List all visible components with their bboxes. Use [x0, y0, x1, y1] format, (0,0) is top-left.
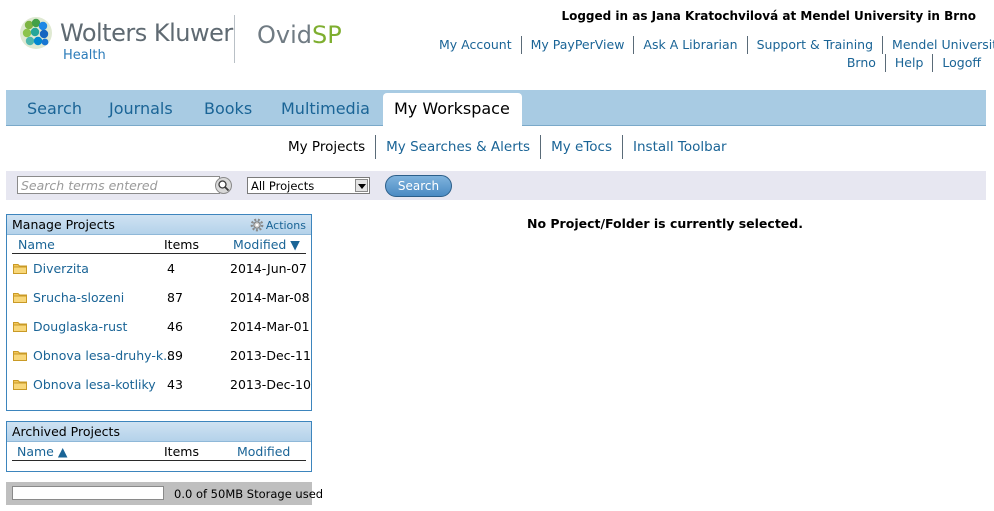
product-suffix: SP	[312, 21, 342, 49]
project-item-count: 4	[167, 261, 175, 276]
project-modified-date: 2013-Dec-10	[230, 377, 311, 392]
project-scope-select[interactable]: All Projects	[247, 177, 370, 194]
project-modified-date: 2014-Mar-08	[230, 290, 310, 305]
gear-icon	[250, 218, 264, 232]
project-name[interactable]: Srucha-slozeni	[33, 290, 124, 305]
project-modified-date: 2013-Dec-11	[230, 348, 311, 363]
archived-column-name[interactable]: Name ▲	[17, 444, 67, 459]
top-links: My Account My PayPerView Ask A Librarian Su…	[430, 36, 994, 72]
actions-menu[interactable]: Actions	[250, 218, 306, 232]
my-account-link[interactable]: My Account	[430, 36, 521, 54]
search-button[interactable]: Search	[385, 175, 452, 197]
chevron-down-icon[interactable]	[355, 179, 368, 192]
project-row[interactable]: Diverzita 4 2014-Jun-07	[7, 254, 311, 283]
storage-text: 0.0 of 50MB Storage used	[174, 487, 324, 501]
my-payperview-link[interactable]: My PayPerView	[520, 36, 634, 54]
tab-journals[interactable]: Journals	[109, 99, 173, 118]
subnav-install-toolbar[interactable]: Install Toolbar	[622, 135, 737, 159]
folder-icon	[13, 351, 27, 361]
logged-in-status: Logged in as Jana Kratochvilová at Mende…	[561, 9, 976, 23]
project-row[interactable]: Obnova lesa-druhy-k... 89 2013-Dec-11	[7, 341, 311, 370]
project-modified-date: 2014-Jun-07	[230, 261, 307, 276]
company-name: Wolters Kluwer	[60, 19, 233, 47]
folder-icon	[13, 264, 27, 274]
folder-icon	[13, 322, 27, 332]
project-name[interactable]: Diverzita	[33, 261, 89, 276]
subnav-my-projects[interactable]: My Projects	[278, 135, 375, 159]
tab-search[interactable]: Search	[27, 99, 82, 118]
project-item-count: 43	[167, 377, 183, 392]
folder-icon	[13, 293, 27, 303]
main-nav: Search Journals Books Multimedia My Work…	[6, 90, 986, 126]
project-item-count: 89	[167, 348, 183, 363]
tab-books[interactable]: Books	[204, 99, 252, 118]
project-row[interactable]: Srucha-slozeni 87 2014-Mar-08	[7, 283, 311, 312]
manage-projects-panel: Manage Projects Actions Name Items Modif…	[6, 214, 312, 411]
institution-link[interactable]: Mendel University in	[882, 36, 994, 54]
ask-a-librarian-link[interactable]: Ask A Librarian	[633, 36, 746, 54]
institution-link-continued[interactable]: Brno	[838, 54, 885, 72]
column-name[interactable]: Name	[18, 237, 55, 252]
project-item-count: 46	[167, 319, 183, 334]
search-input[interactable]: Search terms entered	[17, 176, 220, 194]
project-search-bar: Search terms entered All Projects Search	[6, 171, 986, 200]
product-prefix: Ovid	[257, 21, 312, 49]
manage-projects-title: Manage Projects	[12, 217, 115, 232]
empty-selection-message: No Project/Folder is currently selected.	[527, 216, 803, 231]
workspace-subnav: My Projects My Searches & Alerts My eTocs I…	[278, 135, 737, 161]
project-list: Diverzita 4 2014-Jun-07 Srucha-slozeni 87 201…	[7, 254, 311, 399]
project-modified-date: 2014-Mar-01	[230, 319, 310, 334]
project-name[interactable]: Douglaska-rust	[33, 319, 127, 334]
column-items: Items	[164, 237, 199, 252]
help-link[interactable]: Help	[884, 54, 933, 72]
archived-projects-title: Archived Projects	[12, 424, 120, 439]
archived-column-items: Items	[164, 444, 199, 459]
support-training-link[interactable]: Support & Training	[746, 36, 882, 54]
project-name[interactable]: Obnova lesa-druhy-k...	[33, 348, 175, 363]
archived-projects-columns: Name ▲ Items Modified	[12, 442, 306, 461]
subnav-my-searches-alerts[interactable]: My Searches & Alerts	[375, 135, 540, 159]
tab-multimedia[interactable]: Multimedia	[281, 99, 370, 118]
storage-usage: 0.0 of 50MB Storage used	[6, 482, 323, 505]
archived-projects-header: Archived Projects	[7, 422, 311, 442]
project-scope-value: All Projects	[251, 179, 315, 193]
project-item-count: 87	[167, 290, 183, 305]
column-modified[interactable]: Modified ▼	[233, 237, 300, 252]
project-name[interactable]: Obnova lesa-kotliky	[33, 377, 156, 392]
search-icon[interactable]	[215, 177, 232, 194]
tab-my-workspace[interactable]: My Workspace	[383, 93, 522, 126]
manage-projects-columns: Name Items Modified ▼	[12, 235, 306, 254]
wolters-kluwer-logo[interactable]: Wolters Kluwer Health OvidSP	[18, 15, 348, 65]
logo-divider	[234, 15, 235, 63]
archived-projects-panel: Archived Projects Name ▲ Items Modified	[6, 421, 312, 472]
archived-column-modified[interactable]: Modified	[237, 444, 290, 459]
folder-icon	[13, 380, 27, 390]
logoff-link[interactable]: Logoff	[932, 54, 990, 72]
subnav-my-etocs[interactable]: My eTocs	[540, 135, 622, 159]
project-row[interactable]: Obnova lesa-kotliky 43 2013-Dec-10	[7, 370, 311, 399]
storage-progress-bar	[12, 486, 164, 500]
actions-label: Actions	[265, 219, 306, 232]
project-row[interactable]: Douglaska-rust 46 2014-Mar-01	[7, 312, 311, 341]
manage-projects-header: Manage Projects Actions	[7, 215, 311, 235]
division-name: Health	[63, 48, 106, 63]
wolters-kluwer-logo-icon	[20, 17, 52, 49]
product-name: OvidSP	[257, 21, 342, 49]
